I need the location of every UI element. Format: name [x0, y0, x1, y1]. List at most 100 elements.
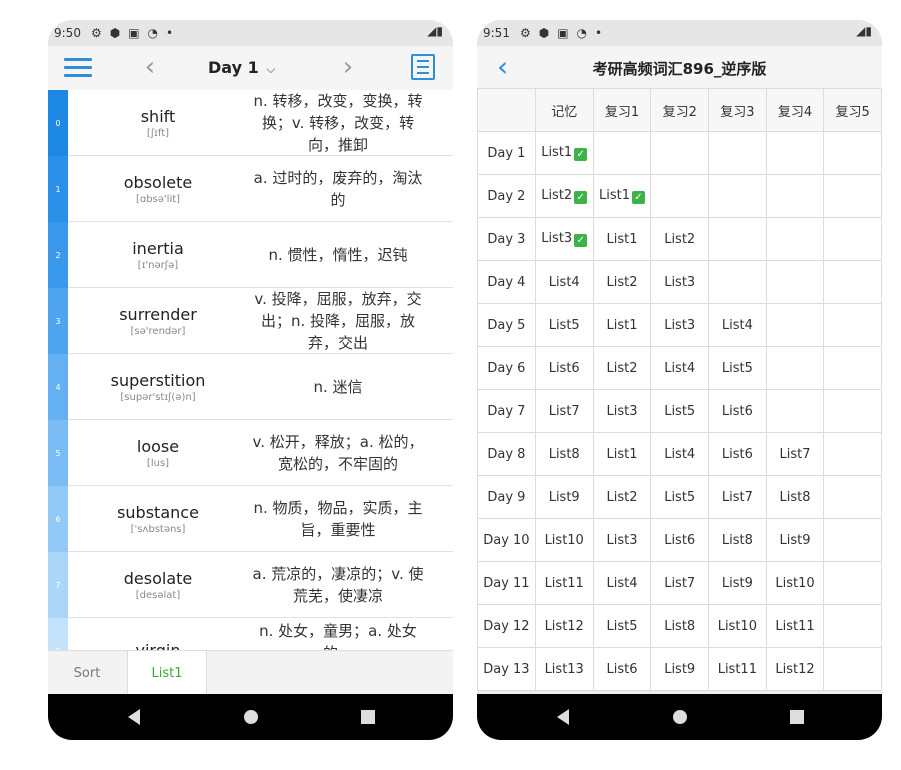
list-cell[interactable]: List6 [708, 432, 767, 476]
list-cell[interactable] [823, 647, 882, 691]
list-cell[interactable]: List8 [650, 604, 709, 648]
list-cell[interactable]: List2 ✓ [534, 174, 594, 218]
list-cell[interactable]: List8 [534, 432, 594, 476]
day-selector[interactable]: Day 1 ⌵ [208, 58, 275, 77]
recents-nav-icon[interactable] [790, 710, 804, 724]
word-row[interactable]: 4 superstition [supər'stɪʃ(ə)n] n. 迷信 [48, 354, 453, 420]
list-cell[interactable]: List2 [592, 346, 652, 390]
list-cell[interactable] [650, 174, 709, 218]
list-cell[interactable]: List11 [708, 647, 767, 691]
back-nav-icon[interactable] [128, 709, 140, 725]
list-cell[interactable]: List9 [650, 647, 709, 691]
list-cell[interactable]: List3 [592, 518, 652, 562]
list-cell[interactable]: List4 [650, 346, 709, 390]
list-cell[interactable]: List4 [708, 303, 767, 347]
list-cell[interactable]: List7 [650, 561, 709, 605]
list-cell[interactable]: List7 [708, 475, 767, 519]
list-cell[interactable]: List6 [708, 389, 767, 433]
list-cell[interactable]: List6 [650, 518, 709, 562]
list-cell[interactable] [823, 174, 882, 218]
list-cell[interactable] [765, 389, 825, 433]
word-row[interactable]: 7 desolate [desəlat] a. 荒凉的，凄凉的；v. 使荒芜，使凄… [48, 552, 453, 618]
list-cell[interactable]: List8 [708, 518, 767, 562]
list-cell[interactable]: List12 [534, 604, 594, 648]
list-cell[interactable] [708, 131, 767, 175]
list-cell[interactable]: List9 [534, 475, 594, 519]
list-cell[interactable] [823, 561, 882, 605]
list-cell[interactable] [765, 131, 825, 175]
list-cell[interactable] [823, 303, 882, 347]
list-cell[interactable] [823, 346, 882, 390]
list-cell[interactable]: List5 [534, 303, 594, 347]
word-row[interactable]: 5 loose [lus] v. 松开，释放；a. 松的，宽松的，不牢固的 [48, 420, 453, 486]
list-cell[interactable]: List2 [592, 475, 652, 519]
list-cell[interactable]: List4 [650, 432, 709, 476]
next-day-button[interactable]: › [338, 52, 358, 82]
list-cell[interactable]: List6 [534, 346, 594, 390]
list-cell[interactable] [765, 260, 825, 304]
list-cell[interactable] [823, 604, 882, 648]
menu-icon[interactable] [64, 56, 92, 80]
list-cell[interactable] [708, 174, 767, 218]
home-nav-icon[interactable] [673, 710, 687, 724]
list-cell[interactable] [650, 131, 709, 175]
list-cell[interactable] [765, 217, 825, 261]
list-cell[interactable] [592, 131, 652, 175]
list-cell[interactable]: List4 [592, 561, 652, 605]
word-row[interactable]: 6 substance ['sʌbstəns] n. 物质，物品，实质，主旨，重要… [48, 486, 453, 552]
list-cell[interactable]: List13 [534, 647, 594, 691]
list-cell[interactable] [823, 518, 882, 562]
list-cell[interactable] [823, 131, 882, 175]
list-cell[interactable] [823, 432, 882, 476]
list-cell[interactable] [765, 346, 825, 390]
list-cell[interactable]: List3 [592, 389, 652, 433]
list-cell[interactable]: List11 [765, 604, 825, 648]
list-cell[interactable]: List3 [650, 303, 709, 347]
list-cell[interactable] [823, 217, 882, 261]
list-cell[interactable]: List12 [765, 647, 825, 691]
list-cell[interactable]: List7 [765, 432, 825, 476]
list-cell[interactable]: List5 [708, 346, 767, 390]
list-cell[interactable]: List11 [534, 561, 594, 605]
list-cell[interactable]: List10 [708, 604, 767, 648]
list-cell[interactable] [823, 260, 882, 304]
word-row[interactable]: 8 virgin n. 处女，童男；a. 处女的， [48, 618, 453, 650]
word-row[interactable]: 3 surrender [sə'rendər] v. 投降，屈服，放弃，交出；n.… [48, 288, 453, 354]
list-cell[interactable] [765, 303, 825, 347]
list-cell[interactable]: List10 [765, 561, 825, 605]
list-cell[interactable]: List1 ✓ [592, 174, 652, 218]
list-cell[interactable] [708, 217, 767, 261]
list-cell[interactable]: List5 [592, 604, 652, 648]
list-cell[interactable]: List3 ✓ [534, 217, 594, 261]
list-cell[interactable]: List1 [592, 217, 652, 261]
list-cell[interactable]: List2 [650, 217, 709, 261]
list-cell[interactable] [823, 389, 882, 433]
tab-sort[interactable]: Sort [48, 651, 126, 695]
list-cell[interactable] [765, 174, 825, 218]
list-cell[interactable]: List1 [592, 303, 652, 347]
list-cell[interactable] [708, 260, 767, 304]
list-cell[interactable]: List7 [534, 389, 594, 433]
list-cell[interactable] [823, 475, 882, 519]
list-cell[interactable]: List1 ✓ [534, 131, 594, 175]
list-cell[interactable]: List6 [592, 647, 652, 691]
list-cell[interactable]: List1 [592, 432, 652, 476]
list-cell[interactable]: List3 [650, 260, 709, 304]
list-cell[interactable]: List5 [650, 389, 709, 433]
list-cell[interactable]: List8 [765, 475, 825, 519]
word-row[interactable]: 1 obsolete [ɑbsə'lit] a. 过时的，废弃的，淘汰的 [48, 156, 453, 222]
back-nav-icon[interactable] [557, 709, 569, 725]
tab-list1[interactable]: List1 [127, 651, 207, 695]
word-row[interactable]: 0 shift [ʃɪft] n. 转移，改变，变换，转换；v. 转移，改变，转向… [48, 90, 453, 156]
list-cell[interactable]: List4 [534, 260, 594, 304]
list-cell[interactable]: List9 [708, 561, 767, 605]
word-row[interactable]: 2 inertia [ɪ'nərʃə] n. 惯性，惰性，迟钝 [48, 222, 453, 288]
list-cell[interactable]: List9 [765, 518, 825, 562]
list-view-icon[interactable] [411, 54, 435, 80]
recents-nav-icon[interactable] [361, 710, 375, 724]
word-list[interactable]: 0 shift [ʃɪft] n. 转移，改变，变换，转换；v. 转移，改变，转向… [48, 90, 453, 650]
previous-day-button[interactable]: ‹ [140, 52, 160, 82]
list-cell[interactable]: List5 [650, 475, 709, 519]
home-nav-icon[interactable] [244, 710, 258, 724]
list-cell[interactable]: List10 [534, 518, 594, 562]
